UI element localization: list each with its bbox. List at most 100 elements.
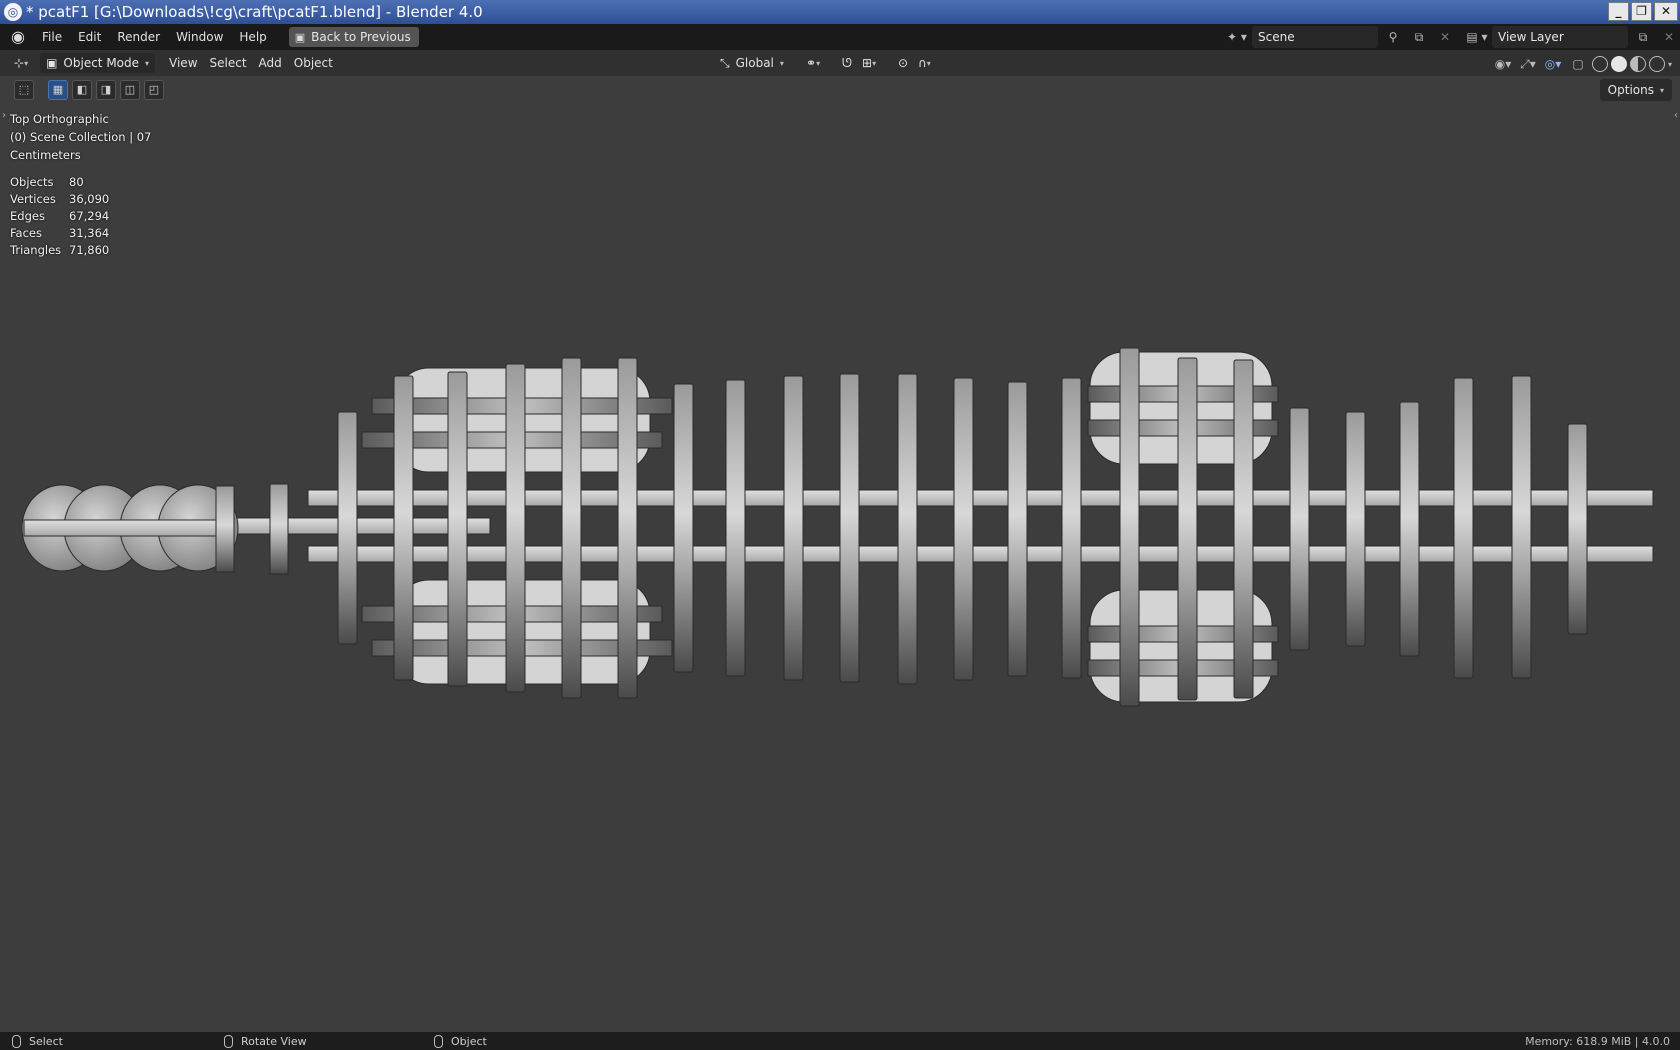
material-preview-shading-icon[interactable] bbox=[1629, 56, 1646, 72]
overlays-toggle-icon[interactable]: ◎▾ bbox=[1542, 53, 1564, 75]
menu-file[interactable]: File bbox=[34, 27, 70, 47]
frame-rib bbox=[1233, 359, 1254, 699]
frame-rib bbox=[393, 375, 414, 681]
frame-rib bbox=[783, 375, 804, 681]
orientation-axis-icon: ⤡ bbox=[720, 55, 730, 70]
nose-ring bbox=[269, 483, 289, 575]
visibility-eye-icon[interactable]: ◉▾ bbox=[1492, 53, 1514, 75]
memory-usage: Memory: 618.9 MiB | 4.0.0 bbox=[1525, 1034, 1670, 1048]
window-title: * pcatF1 [G:\Downloads\!cg\craft\pcatF1.… bbox=[26, 3, 483, 21]
mode-selector[interactable]: ▣ Object Mode ▾ bbox=[40, 53, 156, 73]
mouse-left-icon bbox=[12, 1034, 21, 1048]
object-mode-icon: ▣ bbox=[46, 56, 58, 70]
snap-target-selector[interactable]: ⊞ ▾ bbox=[856, 53, 882, 73]
frame-rib bbox=[617, 357, 638, 699]
scene-viewlayer-controls: ✦ ▾ Scene ⚲ ⧉ ✕ ▤ ▾ View Layer ⧉ ✕ bbox=[1226, 26, 1680, 48]
status-hint-select: Select bbox=[12, 1034, 63, 1048]
mouse-right-icon bbox=[434, 1034, 443, 1048]
chevron-down-icon: ▾ bbox=[926, 58, 931, 68]
chevron-down-icon: ▾ bbox=[24, 58, 29, 68]
frame-rib bbox=[953, 377, 974, 681]
status-bar: Select Rotate View Object Memory: 618.9 … bbox=[0, 1032, 1680, 1050]
mode-label: Object Mode bbox=[63, 56, 140, 70]
proportional-falloff-selector[interactable]: ∩ ▾ bbox=[912, 53, 937, 73]
frame-rib bbox=[725, 379, 746, 677]
scene-name-label: Scene bbox=[1258, 30, 1295, 44]
proportional-editing-toggle[interactable]: ⊙ bbox=[892, 53, 914, 73]
blender-menu-icon[interactable]: ◉ bbox=[8, 27, 28, 47]
screen-back-icon: ▣ bbox=[294, 30, 306, 44]
wireframe-shading-icon[interactable] bbox=[1591, 56, 1608, 72]
menu-render[interactable]: Render bbox=[109, 27, 168, 47]
frame-rib bbox=[1453, 377, 1474, 679]
frame-rib bbox=[673, 383, 694, 673]
gizmo-toggle-icon[interactable]: ⤢▾ bbox=[1517, 53, 1539, 75]
chevron-down-icon: ▾ bbox=[816, 58, 821, 68]
back-to-previous-label: Back to Previous bbox=[311, 30, 411, 44]
delete-scene-icon[interactable]: ✕ bbox=[1434, 26, 1456, 48]
chevron-down-icon: ▾ bbox=[779, 58, 784, 68]
frame-rib bbox=[1061, 377, 1082, 679]
menu-object[interactable]: Object bbox=[288, 53, 339, 73]
frame-rib bbox=[1345, 411, 1366, 647]
rendered-shading-icon[interactable] bbox=[1648, 56, 1665, 72]
blender-logo-icon: ◎ bbox=[4, 3, 22, 21]
frame-rib bbox=[839, 373, 860, 683]
frame-rib bbox=[337, 411, 358, 645]
xray-toggle-icon[interactable]: ▢ bbox=[1567, 53, 1589, 75]
frame-rib bbox=[897, 373, 918, 685]
viewport-display-controls: ◉▾ ⤢▾ ◎▾ ▢ ▾ bbox=[1492, 53, 1672, 75]
falloff-curve-icon: ∩ bbox=[918, 56, 927, 70]
chevron-down-icon: ▾ bbox=[872, 58, 877, 68]
snap-toggle[interactable]: ᘎ bbox=[836, 53, 858, 73]
window-controls: _ ❐ ✕ bbox=[1608, 2, 1678, 21]
view-layer-browse-icon[interactable]: ▤ ▾ bbox=[1466, 26, 1488, 48]
new-scene-icon[interactable]: ⧉ bbox=[1408, 26, 1430, 48]
chevron-down-icon: ▾ bbox=[145, 58, 150, 68]
scene-name-field[interactable]: Scene bbox=[1252, 26, 1378, 48]
status-hint-rotate: Rotate View bbox=[224, 1034, 307, 1048]
frame-rib bbox=[505, 363, 526, 693]
close-button[interactable]: ✕ bbox=[1654, 2, 1678, 21]
view-layer-field[interactable]: View Layer bbox=[1492, 26, 1628, 48]
status-hint-object: Object bbox=[434, 1034, 487, 1048]
mouse-middle-icon bbox=[224, 1034, 233, 1048]
editor-type-icon: ⊹ bbox=[14, 56, 25, 70]
scene-browse-icon[interactable]: ✦ ▾ bbox=[1226, 26, 1248, 48]
magnet-icon: ᘎ bbox=[842, 55, 852, 70]
frame-rib bbox=[1399, 401, 1420, 657]
frame-rib bbox=[561, 357, 582, 699]
pin-scene-icon[interactable]: ⚲ bbox=[1382, 26, 1404, 48]
frame-rib bbox=[1007, 381, 1028, 677]
menu-edit[interactable]: Edit bbox=[70, 27, 109, 47]
orientation-label: Global bbox=[735, 56, 774, 70]
shading-options-chevron-icon[interactable]: ▾ bbox=[1668, 60, 1672, 69]
back-to-previous-button[interactable]: ▣ Back to Previous bbox=[288, 27, 419, 47]
solid-shading-icon[interactable] bbox=[1610, 56, 1627, 72]
frame-rib bbox=[1119, 347, 1140, 707]
editor-type-selector[interactable]: ⊹ ▾ bbox=[8, 53, 34, 73]
pivot-point-selector[interactable]: ⚭ ▾ bbox=[800, 53, 826, 73]
frame-rib bbox=[1177, 357, 1198, 701]
frame-rib bbox=[1289, 407, 1310, 651]
pivot-point-icon: ⚭ bbox=[806, 56, 817, 70]
menu-select[interactable]: Select bbox=[204, 53, 253, 73]
menu-view[interactable]: View bbox=[163, 53, 203, 73]
proportional-editing-icon: ⊙ bbox=[898, 56, 909, 70]
menu-window[interactable]: Window bbox=[168, 27, 231, 47]
transform-orientation-selector[interactable]: ⤡ Global ▾ bbox=[714, 53, 790, 73]
menu-add[interactable]: Add bbox=[253, 53, 288, 73]
new-view-layer-icon[interactable]: ⧉ bbox=[1632, 26, 1654, 48]
maximize-button[interactable]: ❐ bbox=[1631, 2, 1652, 21]
frame-rib bbox=[1511, 375, 1532, 679]
scene-model-render[interactable] bbox=[0, 76, 1680, 1032]
nose-shaft bbox=[23, 519, 235, 537]
frame-rib bbox=[447, 371, 468, 687]
minimize-button[interactable]: _ bbox=[1608, 2, 1629, 21]
top-menubar: ◉ File Edit Render Window Help ▣ Back to… bbox=[0, 24, 1680, 50]
3d-viewport[interactable]: ⬚ ▦ ◧ ◨ ◫ ◰ Options ▾ › ‹ Top Orthograph… bbox=[0, 76, 1680, 1032]
delete-view-layer-icon[interactable]: ✕ bbox=[1658, 26, 1680, 48]
snap-increment-icon: ⊞ bbox=[862, 56, 873, 70]
frame-rib bbox=[1567, 423, 1588, 635]
menu-help[interactable]: Help bbox=[231, 27, 274, 47]
